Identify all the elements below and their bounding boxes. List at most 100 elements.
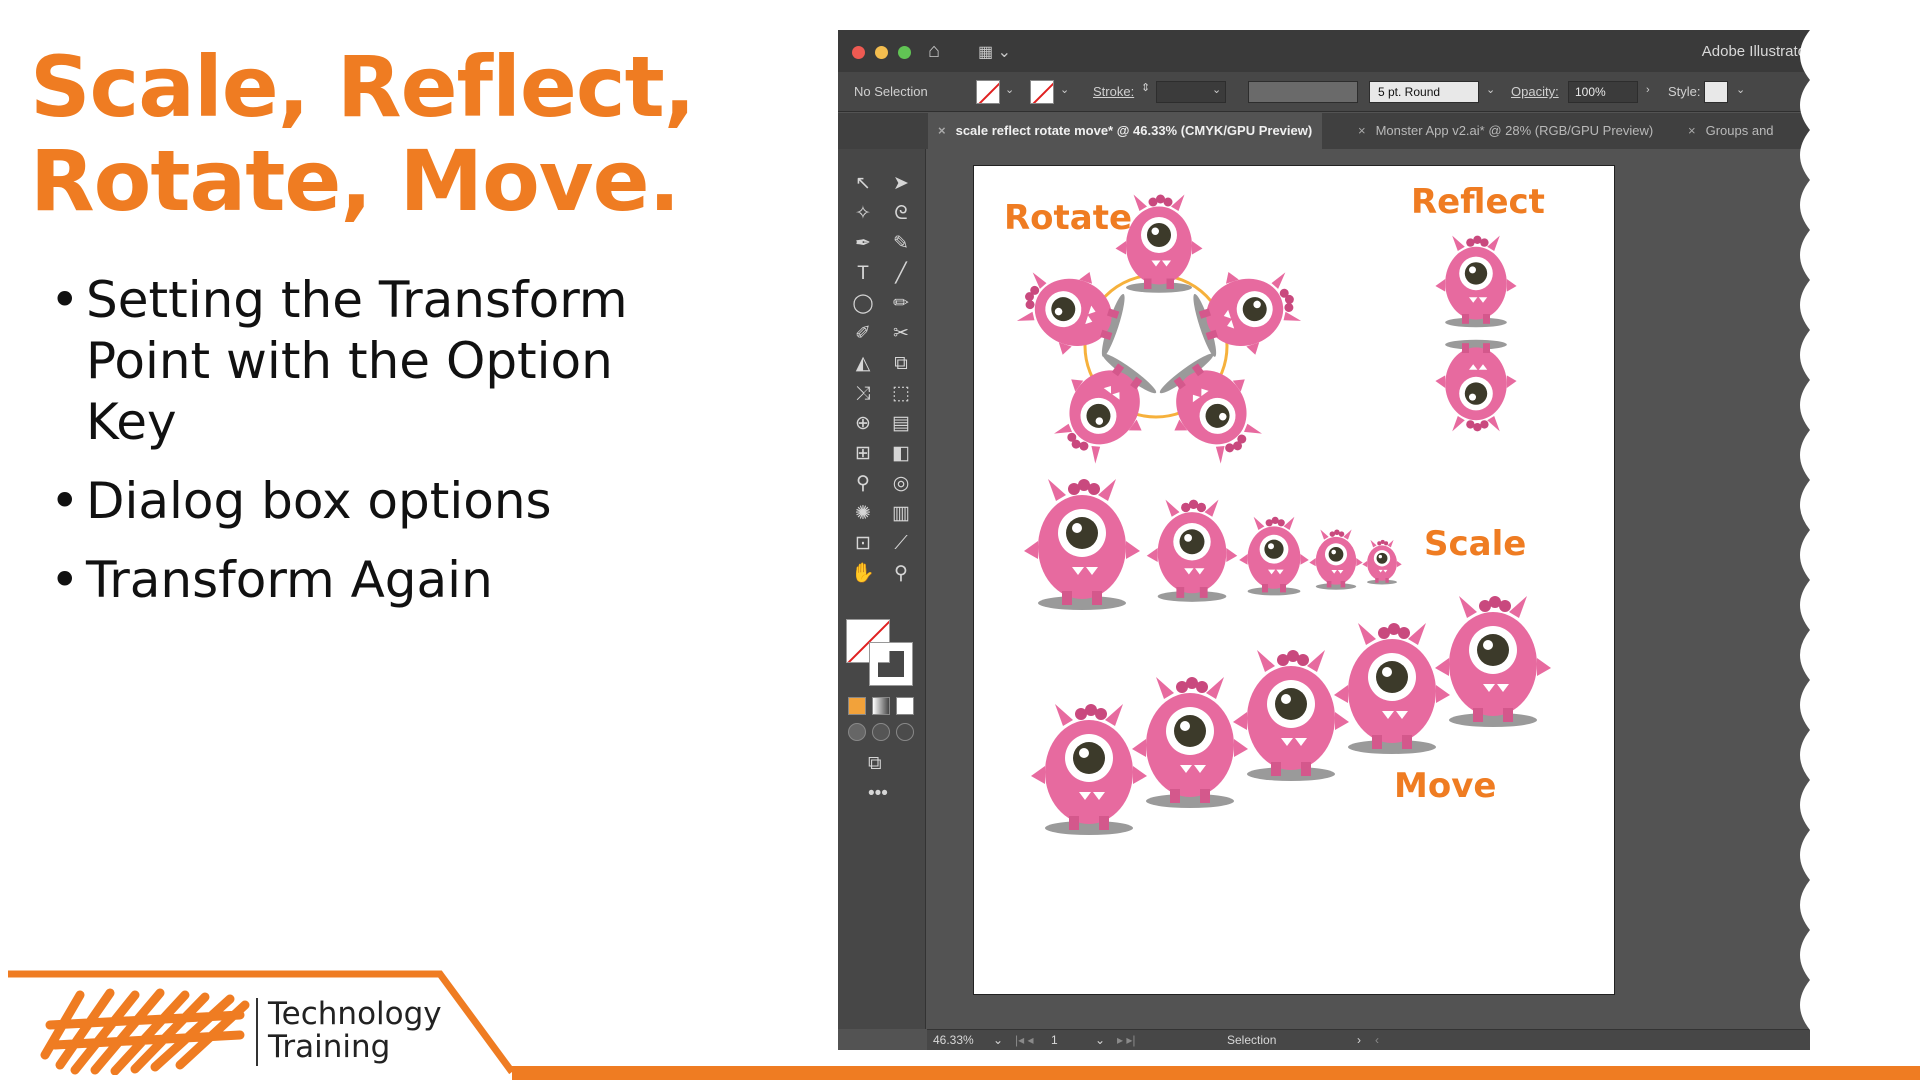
zoom-tool-icon[interactable]: ⚲ — [882, 559, 920, 589]
minimize-window-button[interactable] — [875, 46, 888, 59]
curvature-tool-icon[interactable]: ✎ — [882, 229, 920, 259]
chevron-down-icon[interactable]: ⌄ — [1486, 83, 1495, 96]
symbol-sprayer-tool-icon[interactable]: ✺ — [844, 499, 882, 529]
edit-toolbar-icon[interactable]: ••• — [868, 779, 888, 809]
logo-text: Technology Training — [268, 998, 442, 1064]
current-tool-status[interactable]: Selection — [1227, 1033, 1276, 1047]
artboard-artwork — [1011, 194, 1551, 835]
zoom-level[interactable]: 46.33% — [933, 1033, 974, 1047]
status-bar: 46.33% ⌄ |◂ ◂ 1 ⌄ ▸ ▸| Selection › ‹ — [927, 1029, 1810, 1050]
paintbrush-tool-icon[interactable]: ✏ — [882, 289, 920, 319]
torn-edge-decoration — [1778, 30, 1838, 1050]
line-tool-icon[interactable]: ╱ — [882, 259, 920, 289]
chevron-down-icon[interactable]: ⌄ — [1005, 83, 1014, 96]
close-window-button[interactable] — [852, 46, 865, 59]
style-label: Style: — [1668, 84, 1701, 99]
scale-tool-icon[interactable]: ⧉ — [882, 349, 920, 379]
artboard-number[interactable]: 1 — [1051, 1033, 1058, 1047]
draw-normal-icon[interactable] — [848, 723, 866, 741]
chevron-down-icon[interactable]: ⌄ — [1736, 83, 1745, 96]
gradient-mode-button[interactable] — [872, 697, 890, 715]
zoom-window-button[interactable] — [898, 46, 911, 59]
stroke-label[interactable]: Stroke: — [1093, 84, 1134, 99]
lasso-tool-icon[interactable]: ᘓ — [882, 199, 920, 229]
none-mode-button[interactable] — [896, 697, 914, 715]
chevron-down-icon[interactable]: ⌄ — [1095, 1033, 1105, 1047]
close-tab-icon[interactable]: × — [938, 123, 946, 138]
blend-tool-icon[interactable]: ◎ — [882, 469, 920, 499]
variable-width-profile[interactable] — [1248, 81, 1358, 103]
title-bar: ⌂ ▦ ⌄ Adobe Illustrato — [838, 30, 1810, 72]
tab-label: Groups and — [1705, 123, 1774, 138]
opacity-label[interactable]: Opacity: — [1511, 84, 1559, 99]
artboard[interactable]: Rotate Reflect Scale Move — [973, 165, 1615, 995]
perspective-grid-tool-icon[interactable]: ▤ — [882, 409, 920, 439]
close-tab-icon[interactable]: × — [1688, 123, 1696, 138]
chevron-down-icon[interactable]: ⌄ — [993, 1033, 1003, 1047]
opacity-value: 100% — [1575, 85, 1606, 99]
draw-mode-row — [848, 723, 914, 741]
artboard-tool-icon[interactable]: ⊡ — [844, 529, 882, 559]
tab-groups[interactable]: × Groups and — [1678, 113, 1784, 149]
column-graph-tool-icon[interactable]: ▥ — [882, 499, 920, 529]
chevron-down-icon[interactable]: ⌄ — [1060, 83, 1069, 96]
artboard-nav-next-icon[interactable]: ▸ ▸| — [1117, 1033, 1136, 1047]
logo-scribble — [40, 988, 250, 1075]
pencil-tool-icon[interactable]: ✐ — [844, 319, 882, 349]
ellipse-tool-icon[interactable]: ◯ — [844, 289, 882, 319]
chevron-right-icon[interactable]: › — [1357, 1033, 1361, 1047]
hand-tool-icon[interactable]: ✋ — [844, 559, 882, 589]
tab-label: Monster App v2.ai* @ 28% (RGB/GPU Previe… — [1375, 123, 1654, 138]
workspace-layout-icon[interactable]: ▦ ⌄ — [978, 42, 1011, 62]
reflect-label: Reflect — [1411, 182, 1545, 222]
width-tool-icon[interactable]: ⤨ — [844, 379, 882, 409]
stroke-color-box[interactable] — [869, 642, 913, 686]
canvas-area[interactable]: Rotate Reflect Scale Move — [927, 149, 1810, 1029]
logo-line-1: Technology — [268, 996, 442, 1032]
chevron-right-icon[interactable]: › — [1646, 84, 1650, 96]
move-label: Move — [1394, 766, 1497, 806]
shape-builder-tool-icon[interactable]: ⊕ — [844, 409, 882, 439]
brush-definition-value: 5 pt. Round — [1370, 82, 1478, 102]
tab-scale-reflect-rotate-move[interactable]: × scale reflect rotate move* @ 46.33% (CM… — [928, 113, 1323, 149]
free-transform-tool-icon[interactable]: ⬚ — [882, 379, 920, 409]
home-icon[interactable]: ⌂ — [928, 40, 940, 63]
mesh-tool-icon[interactable]: ⊞ — [844, 439, 882, 469]
screen-mode-icon[interactable]: ⧉ — [868, 749, 882, 779]
reflect-tool-icon[interactable]: ◭ — [844, 349, 882, 379]
opacity-field[interactable]: 100% — [1568, 81, 1638, 103]
artboard-nav-prev-icon[interactable]: |◂ ◂ — [1015, 1033, 1034, 1047]
fill-stroke-widget — [846, 619, 916, 689]
draw-inside-icon[interactable] — [896, 723, 914, 741]
stroke-stepper-icon[interactable]: ⇕ — [1141, 81, 1150, 94]
chevron-down-icon[interactable]: ⌄ — [1212, 83, 1221, 96]
style-swatch[interactable] — [1704, 81, 1728, 103]
control-bar: No Selection ⌄ ⌄ Stroke: ⇕ ⌄ 5 pt. Round… — [838, 72, 1810, 112]
chevron-left-icon[interactable]: ‹ — [1375, 1033, 1379, 1047]
tab-label: scale reflect rotate move* @ 46.33% (CMY… — [955, 123, 1313, 138]
bullet-item: Dialog box options — [50, 471, 670, 532]
close-tab-icon[interactable]: × — [1358, 123, 1366, 138]
tab-monster-app[interactable]: × Monster App v2.ai* @ 28% (RGB/GPU Previ… — [1348, 113, 1663, 149]
direct-selection-tool-icon[interactable]: ➤ — [882, 169, 920, 199]
brush-definition-field[interactable]: 5 pt. Round — [1369, 81, 1479, 103]
scissors-tool-icon[interactable]: ✂ — [882, 319, 920, 349]
bullet-item: Setting the Transform Point with the Opt… — [50, 270, 670, 453]
draw-behind-icon[interactable] — [872, 723, 890, 741]
stroke-swatch[interactable] — [1030, 80, 1054, 104]
gradient-tool-icon[interactable]: ◧ — [882, 439, 920, 469]
eyedropper-tool-icon[interactable]: ⚲ — [844, 469, 882, 499]
slide-title-line-2: Rotate, Move. — [30, 132, 680, 230]
bullet-item: Transform Again — [50, 550, 670, 611]
selection-status: No Selection — [854, 84, 928, 99]
type-tool-icon[interactable]: T — [844, 259, 882, 289]
magic-wand-tool-icon[interactable]: ✧ — [844, 199, 882, 229]
logo-divider — [256, 998, 258, 1066]
color-mode-button[interactable] — [848, 697, 866, 715]
tool-grid: ↖ ➤ ✧ ᘓ ✒ ✎ T ╱ ◯ ✏ ✐ ✂ ◭ ⧉ ⤨ ⬚ ⊕ ▤ ⊞ ◧ … — [844, 169, 920, 589]
color-mode-row — [848, 697, 914, 715]
selection-tool-icon[interactable]: ↖ — [844, 169, 882, 199]
fill-swatch[interactable] — [976, 80, 1000, 104]
slice-tool-icon[interactable]: ⟋ — [882, 529, 920, 559]
pen-tool-icon[interactable]: ✒ — [844, 229, 882, 259]
